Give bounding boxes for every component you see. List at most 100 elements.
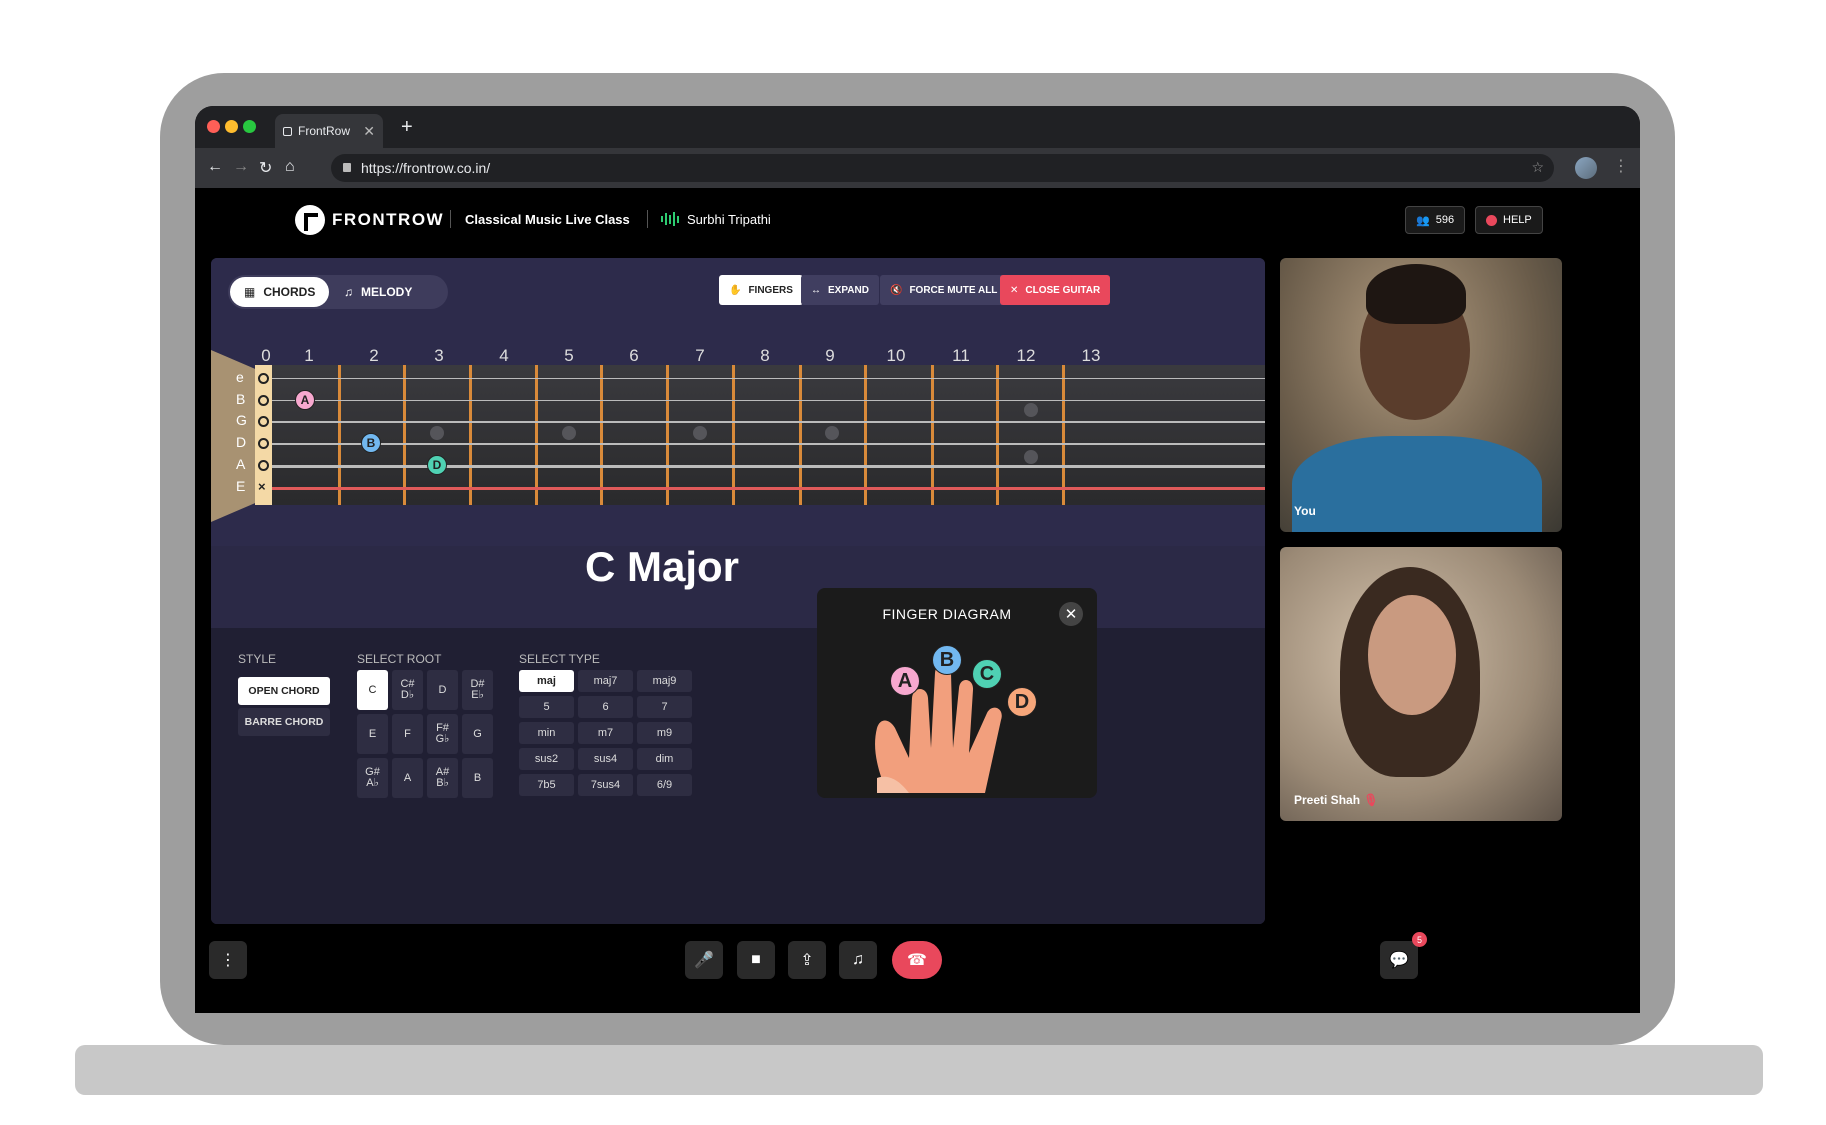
frontrow-logo-icon[interactable] [295,205,325,235]
finger-dot-d: D [427,455,447,475]
root-option[interactable]: G# A♭ [357,758,388,798]
type-option[interactable]: m9 [637,722,692,744]
finger-label-a: A [890,666,920,696]
close-window-dot[interactable] [207,120,220,133]
string-label: e [236,369,244,385]
grid-icon: ▦ [244,285,256,299]
fret-number: 9 [825,346,835,365]
open-chord-button[interactable]: OPEN CHORD [238,677,330,705]
root-option[interactable]: A# B♭ [427,758,458,798]
root-option[interactable]: F [392,714,423,754]
close-guitar-button[interactable]: ✕ CLOSE GUITAR [1000,275,1111,305]
force-mute-all-button[interactable]: 🔇 FORCE MUTE ALL [880,275,1008,305]
root-option[interactable]: C# D♭ [392,670,423,710]
finger-diagram-card: FINGER DIAGRAM ✕ ABCD [817,588,1097,798]
fret-wire [1062,365,1065,505]
type-option[interactable]: 6/9 [637,774,692,796]
help-button[interactable]: HELP [1475,206,1543,234]
speaking-indicator-icon [661,212,679,226]
end-call-button[interactable]: ☎ [892,941,942,979]
camera-button[interactable]: ■ [737,941,775,979]
microphone-button[interactable]: 🎤 [685,941,723,979]
string-label: G [236,412,247,428]
root-option[interactable]: C [357,670,388,710]
forward-icon[interactable]: → [233,158,249,176]
participant-hair [1366,264,1466,324]
fret-number: 13 [1081,346,1101,365]
fret-number: 10 [886,346,906,365]
string-label: E [236,478,246,494]
fret-number: 11 [952,346,970,365]
self-video-tile[interactable]: You [1280,258,1562,532]
fret-wire [338,365,341,505]
fret-number: 12 [1016,346,1036,365]
barre-chord-button[interactable]: BARRE CHORD [238,708,330,736]
browser-tab[interactable]: FrontRow ✕ [275,114,383,148]
participants-button[interactable]: 👥 596 [1405,206,1466,234]
fret-number: 7 [695,346,705,365]
chat-icon: 💬 [1389,952,1409,969]
share-screen-button[interactable]: ⇪ [788,941,826,979]
type-option[interactable]: min [519,722,574,744]
tab-close-icon[interactable]: ✕ [363,123,375,140]
maximize-window-dot[interactable] [243,120,256,133]
type-option[interactable]: maj [519,670,574,692]
type-option[interactable]: dim [637,748,692,770]
minimize-window-dot[interactable] [225,120,238,133]
open-string-marker [258,373,269,384]
type-option[interactable]: sus2 [519,748,574,770]
home-icon[interactable]: ⌂ [285,158,295,176]
tab-title: FrontRow [298,124,351,138]
root-option[interactable]: D [427,670,458,710]
type-option[interactable]: 7b5 [519,774,574,796]
fingers-button[interactable]: ✋ FINGERS [719,275,803,305]
fret-number: 0 [261,346,271,365]
chords-label: CHORDS [263,285,316,299]
guitar-string [271,378,1265,379]
new-tab-button[interactable]: + [401,116,413,139]
browser-menu-icon[interactable]: ⋮ [1613,156,1629,176]
chords-tab[interactable]: ▦ CHORDS [230,277,330,307]
chat-button[interactable]: 💬 [1380,941,1418,979]
fret-inlay [825,426,839,440]
music-tools-button[interactable]: ♫ [839,941,877,979]
root-option[interactable]: G [462,714,493,754]
fingers-label: FINGERS [748,284,793,296]
type-option[interactable]: maj9 [637,670,692,692]
music-bag-icon: ♫ [852,951,864,968]
expand-label: EXPAND [828,284,869,296]
style-label: STYLE [238,652,277,666]
profile-avatar[interactable] [1575,157,1597,179]
type-option[interactable]: 7sus4 [578,774,633,796]
root-option[interactable]: D# E♭ [462,670,493,710]
finger-label-c: C [972,659,1002,689]
type-option[interactable]: m7 [578,722,633,744]
fret-number: 6 [629,346,639,365]
root-option[interactable]: A [392,758,423,798]
guitar-panel: ▦ CHORDS ♫ MELODY ✋ FINGERS ↔ EXPAND 🔇 F… [211,258,1265,924]
type-option[interactable]: sus4 [578,748,633,770]
root-option[interactable]: B [462,758,493,798]
bookmark-star-icon[interactable]: ☆ [1531,159,1544,176]
expand-button[interactable]: ↔ EXPAND [801,275,879,305]
type-option[interactable]: 5 [519,696,574,718]
root-option[interactable]: F# G♭ [427,714,458,754]
fret-inlay [1024,450,1038,464]
type-option[interactable]: 6 [578,696,633,718]
fret-number: 3 [434,346,444,365]
root-option[interactable]: E [357,714,388,754]
melody-tab[interactable]: ♫ MELODY [330,277,426,307]
more-options-button[interactable]: ⋮ [209,941,247,979]
favicon-icon [283,126,292,136]
guitar-string [271,400,1265,402]
type-option[interactable]: 7 [637,696,692,718]
address-bar[interactable]: https://frontrow.co.in/ ☆ [331,154,1554,182]
participant-video-tile[interactable]: Preeti Shah 🎙 [1280,547,1562,821]
share-screen-icon: ⇪ [800,952,814,969]
select-type-label: SELECT TYPE [519,652,600,666]
fret-number: 5 [564,346,574,365]
type-option[interactable]: maj7 [578,670,633,692]
reload-icon[interactable]: ↻ [259,158,272,178]
back-icon[interactable]: ← [207,158,223,176]
root-grid: C C# D♭ D D# E♭ E F F# G♭ G G# A♭ A A# B♭ B [357,670,493,798]
